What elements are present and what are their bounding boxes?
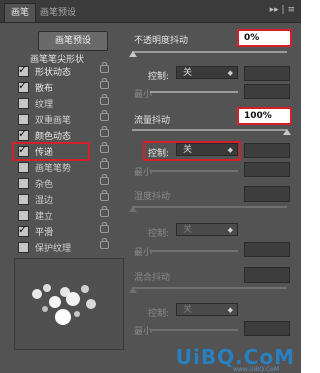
option-dual-brush[interactable]: 双重画笔 bbox=[14, 110, 121, 127]
control-select-3[interactable]: 关 ◆ bbox=[176, 223, 238, 236]
flow-jitter-field[interactable]: 100% bbox=[237, 107, 292, 125]
brush-presets-button[interactable]: 画笔预设 bbox=[38, 31, 108, 51]
option-noise[interactable]: 杂色 bbox=[14, 174, 121, 191]
flow-jitter-label: 流量抖动 bbox=[134, 116, 171, 126]
protect-texture-checkbox[interactable] bbox=[18, 242, 29, 253]
control-select-2-value: 关 bbox=[183, 145, 193, 155]
control-label-4: 控制: bbox=[148, 309, 170, 319]
tab-bar: 画笔 画笔预设 ▸▸ | ≡ bbox=[0, 0, 301, 23]
control-label-2: 控制: bbox=[148, 149, 170, 159]
minimum-field-2[interactable] bbox=[244, 162, 290, 177]
option-label: 颜色动态 bbox=[35, 132, 72, 142]
lock-icon[interactable] bbox=[100, 126, 109, 137]
option-protect-texture[interactable]: 保护纹理 bbox=[14, 238, 121, 255]
control-label-3: 控制: bbox=[148, 229, 170, 239]
minimum-label-1: 最小 bbox=[134, 90, 153, 100]
noise-checkbox[interactable] bbox=[18, 178, 29, 189]
wet-edges-checkbox[interactable] bbox=[18, 194, 29, 205]
option-label: 纹理 bbox=[35, 100, 54, 110]
transfer-highlight bbox=[12, 142, 90, 161]
option-wet-edges[interactable]: 湿边 bbox=[14, 190, 121, 207]
option-brush-pose[interactable]: 画笔笔势 bbox=[14, 158, 121, 175]
option-label: 散布 bbox=[35, 84, 54, 94]
chevron-updown-icon: ◆ bbox=[227, 69, 233, 77]
tab-brush[interactable]: 画笔 bbox=[4, 3, 37, 22]
option-label: 平滑 bbox=[35, 228, 54, 238]
opacity-jitter-slider[interactable] bbox=[132, 51, 287, 53]
option-label: 建立 bbox=[35, 212, 54, 222]
control-extra-field-1 bbox=[244, 66, 290, 81]
minimum-slider-2[interactable] bbox=[150, 170, 238, 172]
lock-icon[interactable] bbox=[100, 174, 109, 185]
brush-panel: 画笔 画笔预设 ▸▸ | ≡ 画笔预设 画笔笔尖形状 形状动态 散布 纹理 双重… bbox=[0, 0, 301, 373]
chevron-updown-icon: ◆ bbox=[227, 146, 233, 154]
wetness-jitter-label: 湿度抖动 bbox=[134, 192, 171, 202]
lock-icon[interactable] bbox=[100, 158, 109, 169]
mix-jitter-slider[interactable] bbox=[132, 287, 287, 289]
brush-stroke-preview bbox=[14, 258, 124, 350]
option-label: 形状动态 bbox=[35, 68, 72, 78]
lock-icon[interactable] bbox=[100, 238, 109, 249]
mix-jitter-label: 混合抖动 bbox=[134, 273, 171, 283]
lock-icon[interactable] bbox=[100, 94, 109, 105]
control-select-4-value: 关 bbox=[183, 305, 193, 315]
panel-menu-icon[interactable]: ▸▸ | ≡ bbox=[270, 5, 295, 15]
color-dynamics-checkbox[interactable] bbox=[18, 127, 29, 141]
control-extra-field-2 bbox=[244, 143, 290, 158]
chevron-updown-icon: ◆ bbox=[227, 226, 233, 234]
option-label: 杂色 bbox=[35, 180, 54, 190]
control-select-3-value: 关 bbox=[183, 225, 193, 235]
option-shape-dynamics[interactable]: 形状动态 bbox=[14, 62, 121, 79]
option-smoothing[interactable]: 平滑 bbox=[14, 222, 121, 239]
flow-jitter-slider-handle[interactable] bbox=[283, 129, 291, 135]
control-select-2[interactable]: 关 ◆ bbox=[176, 143, 238, 156]
mix-jitter-slider-handle[interactable] bbox=[129, 287, 137, 293]
minimum-slider-3[interactable] bbox=[150, 250, 238, 252]
watermark-url: www.UiBQ.CoM bbox=[233, 366, 279, 373]
option-scattering[interactable]: 散布 bbox=[14, 78, 121, 95]
control-select-4[interactable]: 关 ◆ bbox=[176, 303, 238, 316]
lock-icon[interactable] bbox=[100, 222, 109, 233]
option-label: 画笔笔势 bbox=[35, 164, 72, 174]
mix-jitter-field[interactable] bbox=[244, 267, 290, 283]
shape-dynamics-checkbox[interactable] bbox=[18, 63, 29, 77]
tab-brush-presets[interactable]: 画笔预设 bbox=[34, 4, 82, 22]
scattering-checkbox[interactable] bbox=[18, 79, 29, 93]
lock-icon[interactable] bbox=[100, 110, 109, 121]
wetness-jitter-slider[interactable] bbox=[132, 206, 287, 208]
option-label: 保护纹理 bbox=[35, 244, 72, 254]
brush-pose-checkbox[interactable] bbox=[18, 162, 29, 173]
flow-jitter-slider[interactable] bbox=[132, 129, 287, 131]
control-select-1-value: 关 bbox=[183, 68, 193, 78]
minimum-field-3[interactable] bbox=[244, 242, 290, 257]
minimum-field-4[interactable] bbox=[244, 321, 290, 336]
option-color-dynamics[interactable]: 颜色动态 bbox=[14, 126, 121, 143]
minimum-slider-1[interactable] bbox=[150, 91, 238, 93]
control-select-1[interactable]: 关 ◆ bbox=[176, 66, 238, 79]
build-up-checkbox[interactable] bbox=[18, 210, 29, 221]
lock-icon[interactable] bbox=[100, 142, 109, 153]
dual-brush-checkbox[interactable] bbox=[18, 114, 29, 125]
opacity-jitter-field[interactable]: 0% bbox=[237, 29, 292, 47]
opacity-jitter-slider-handle[interactable] bbox=[129, 51, 137, 57]
wetness-jitter-slider-handle[interactable] bbox=[129, 206, 137, 212]
wetness-jitter-field[interactable] bbox=[244, 186, 290, 202]
lock-icon[interactable] bbox=[100, 62, 109, 73]
lock-icon[interactable] bbox=[100, 78, 109, 89]
control-label-1: 控制: bbox=[148, 72, 170, 82]
option-build-up[interactable]: 建立 bbox=[14, 206, 121, 223]
chevron-updown-icon: ◆ bbox=[227, 306, 233, 314]
minimum-slider-4[interactable] bbox=[150, 329, 238, 331]
option-label: 双重画笔 bbox=[35, 116, 72, 126]
option-label: 湿边 bbox=[35, 196, 54, 206]
stroke-preview-image bbox=[32, 284, 96, 325]
option-texture[interactable]: 纹理 bbox=[14, 94, 121, 111]
minimum-field-1[interactable] bbox=[244, 84, 290, 99]
opacity-jitter-label: 不透明度抖动 bbox=[134, 36, 189, 46]
lock-icon[interactable] bbox=[100, 206, 109, 217]
smoothing-checkbox[interactable] bbox=[18, 223, 29, 237]
texture-checkbox[interactable] bbox=[18, 98, 29, 109]
lock-icon[interactable] bbox=[100, 190, 109, 201]
